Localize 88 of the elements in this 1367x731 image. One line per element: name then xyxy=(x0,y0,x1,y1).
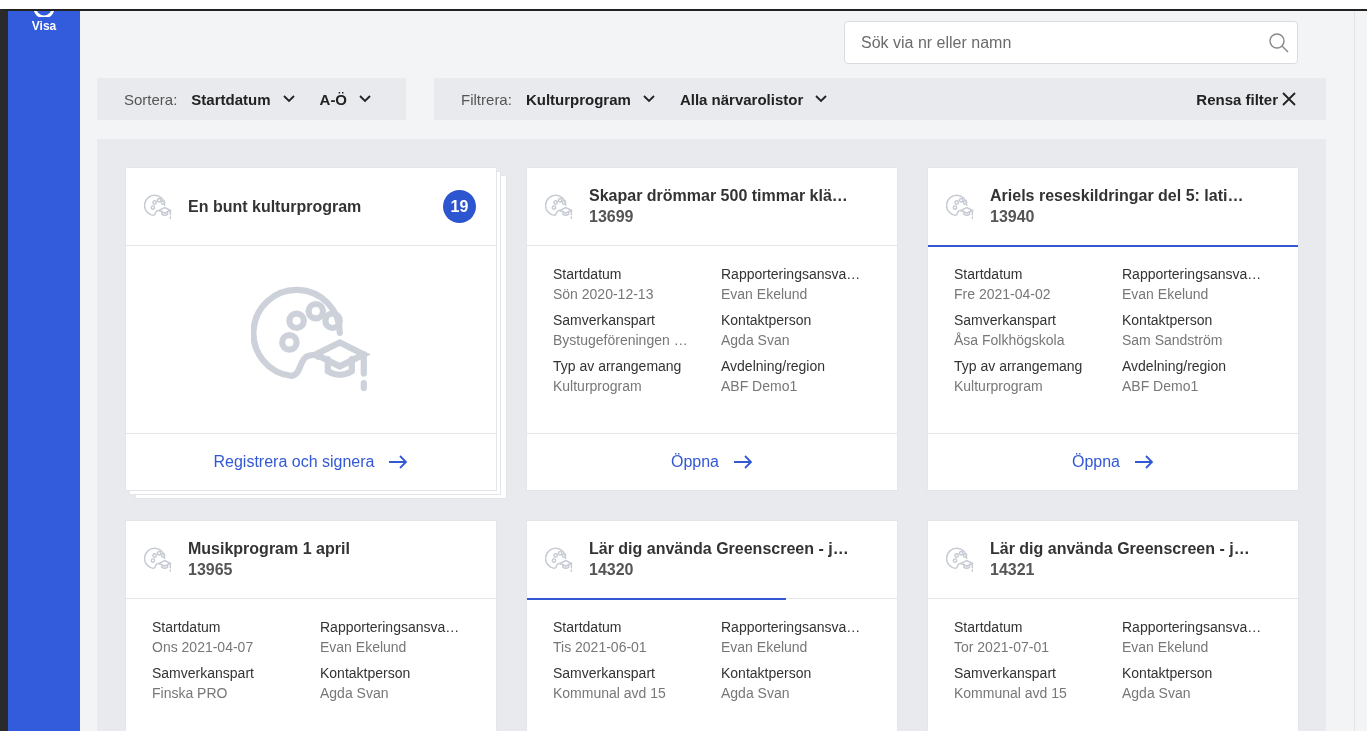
card-title: Lär dig använda Greenscreen - j… xyxy=(990,540,1251,558)
field-label: Samverkanspart xyxy=(954,665,1057,681)
open-link[interactable]: Öppna xyxy=(670,453,753,471)
field-label: Rapporteringsansva… xyxy=(1122,266,1263,282)
field-value: Kommunal avd 15 xyxy=(553,685,667,701)
field-label: Kontaktperson xyxy=(320,665,412,681)
field-label: Rapporteringsansva… xyxy=(721,619,862,635)
sort-label: Sortera: xyxy=(124,90,178,108)
close-icon xyxy=(1282,92,1296,106)
field-label: Startdatum xyxy=(553,619,623,635)
field-value: Åsa Folkhögskola xyxy=(954,332,1066,348)
field-label: Startdatum xyxy=(954,266,1024,282)
field-label: Kontaktperson xyxy=(1122,312,1214,328)
field-label: Startdatum xyxy=(553,266,623,282)
field-value: Ons 2021-04-07 xyxy=(152,639,255,655)
clear-filter-button[interactable]: Rensa filter xyxy=(1196,90,1296,108)
field-label: Typ av arrangemang xyxy=(553,358,683,374)
palette-icon xyxy=(144,192,172,221)
field-value: Tis 2021-06-01 xyxy=(553,639,648,655)
arrow-right-icon xyxy=(1134,455,1154,469)
field-label: Kontaktperson xyxy=(721,665,813,681)
field-value: Tor 2021-07-01 xyxy=(954,639,1050,655)
field-value: Sön 2020-12-13 xyxy=(553,286,655,302)
field-value: ABF Demo1 xyxy=(721,378,799,394)
field-value: Sam Sandström xyxy=(1122,332,1224,348)
field-value: Kommunal avd 15 xyxy=(954,685,1068,701)
sort-dropdown[interactable]: Startdatum xyxy=(191,90,295,108)
field-label: Startdatum xyxy=(152,619,222,635)
field-label: Startdatum xyxy=(954,619,1024,635)
field-label: Kontaktperson xyxy=(721,312,813,328)
card-title: En bunt kulturprogram xyxy=(188,197,363,216)
sidebar-item[interactable]: Visa xyxy=(31,19,57,33)
chevron-down-icon xyxy=(642,95,655,103)
chevron-down-icon xyxy=(359,95,372,103)
field-value: Evan Ekelund xyxy=(721,286,809,302)
field-label: Avdelning/region xyxy=(721,358,827,374)
field-value: ABF Demo1 xyxy=(1122,378,1200,394)
card-number: 14321 xyxy=(990,561,1036,579)
field-label: Avdelning/region xyxy=(1122,358,1228,374)
field-label: Kontaktperson xyxy=(1122,665,1214,681)
field-label: Rapporteringsansva… xyxy=(1122,619,1263,635)
palette-icon xyxy=(545,192,573,221)
field-label: Rapporteringsansva… xyxy=(320,619,461,635)
field-value: Agda Svan xyxy=(721,685,791,701)
chevron-down-icon xyxy=(282,95,295,103)
field-value: Fre 2021-04-02 xyxy=(954,286,1052,302)
field-label: Typ av arrangemang xyxy=(954,358,1084,374)
search-icon xyxy=(1269,32,1289,53)
field-label: Samverkanspart xyxy=(954,312,1057,328)
field-value: Evan Ekelund xyxy=(721,639,809,655)
card-number: 13965 xyxy=(188,561,234,579)
field-label: Samverkanspart xyxy=(553,665,656,681)
card-title: Ariels reseskildringar del 5: lati… xyxy=(990,187,1245,205)
field-label: Rapporteringsansva… xyxy=(721,266,862,282)
field-value: Finska PRO xyxy=(152,685,229,701)
field-value: Evan Ekelund xyxy=(1122,286,1210,302)
card-title: Skapar drömmar 500 timmar klä… xyxy=(589,187,849,205)
filter-dropdown[interactable]: Alla närvarolistor xyxy=(679,90,828,108)
filter-dropdown[interactable]: Kulturprogram xyxy=(525,90,655,108)
open-link[interactable]: Öppna xyxy=(1071,453,1154,471)
field-value: Kulturprogram xyxy=(553,378,643,394)
field-value: Agda Svan xyxy=(721,332,791,348)
search-input[interactable]: Sök via nr eller namn xyxy=(859,32,1269,53)
field-value: Evan Ekelund xyxy=(320,639,408,655)
palette-icon xyxy=(144,545,172,574)
arrow-right-icon xyxy=(388,455,409,469)
card-number: 13940 xyxy=(990,208,1036,226)
card-number: 14320 xyxy=(589,561,635,579)
field-value: Agda Svan xyxy=(1122,685,1192,701)
field-value: Evan Ekelund xyxy=(1122,639,1210,655)
chevron-down-icon xyxy=(815,95,828,103)
palette-icon xyxy=(545,545,573,574)
field-label: Samverkanspart xyxy=(553,312,656,328)
arrow-right-icon xyxy=(733,455,753,469)
field-label: Samverkanspart xyxy=(152,665,255,681)
filter-label: Filtrera: xyxy=(461,90,512,108)
palette-icon xyxy=(946,192,974,221)
sort-dropdown[interactable]: A-Ö xyxy=(319,90,372,108)
card-number: 13699 xyxy=(589,208,635,226)
card-title: Musikprogram 1 april xyxy=(188,540,351,558)
register-sign-link[interactable]: Registrera och signera xyxy=(213,453,409,471)
field-value: Agda Svan xyxy=(320,685,390,701)
palette-icon xyxy=(946,545,974,574)
count-badge: 19 xyxy=(443,190,476,223)
search-field[interactable]: Sök via nr eller namn xyxy=(844,21,1298,64)
field-value: Bystugeföreningen … xyxy=(553,332,689,348)
card-title: Lär dig använda Greenscreen - j… xyxy=(589,540,850,558)
field-value: Kulturprogram xyxy=(954,378,1044,394)
